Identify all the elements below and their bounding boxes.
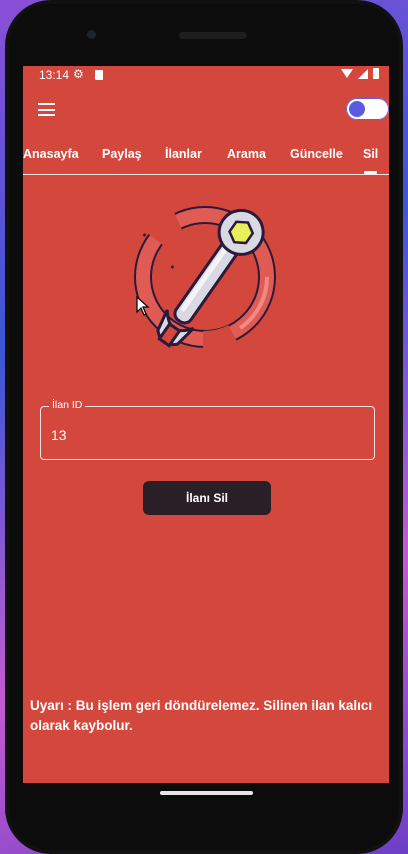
front-camera — [87, 30, 96, 39]
tab-anasayfa[interactable]: Anasayfa — [23, 147, 79, 161]
warning-text: Uyarı : Bu işlem geri döndürelemez. Sili… — [30, 698, 373, 733]
tab-arama[interactable]: Arama — [227, 147, 266, 161]
app-screen: 13:14 ⚙ Anasayfa Paylaş İlanlar Arama Gü… — [23, 66, 389, 783]
tab-sil[interactable]: Sil — [363, 147, 378, 161]
battery-icon — [373, 68, 379, 79]
mouse-cursor-icon — [136, 296, 150, 316]
wrench-illustration-icon — [134, 206, 276, 351]
tab-ilanlar[interactable]: İlanlar — [165, 147, 202, 161]
ilan-id-input[interactable] — [51, 427, 351, 443]
hamburger-menu-icon[interactable] — [38, 103, 55, 116]
theme-toggle[interactable] — [346, 98, 389, 120]
tab-guncelle[interactable]: Güncelle — [290, 147, 343, 161]
status-icons — [341, 68, 379, 79]
settings-gear-icon: ⚙ — [73, 67, 84, 81]
ilan-id-field[interactable]: İlan ID — [40, 399, 375, 460]
status-bar: 13:14 ⚙ — [23, 66, 389, 84]
status-time: 13:14 — [39, 68, 70, 82]
sd-card-icon — [95, 70, 103, 80]
delete-listing-button[interactable]: İlanı Sil — [143, 481, 271, 515]
tab-paylas[interactable]: Paylaş — [102, 147, 142, 161]
earpiece — [179, 32, 247, 39]
tab-bar: Anasayfa Paylaş İlanlar Arama Güncelle S… — [23, 144, 389, 174]
ilan-id-label: İlan ID — [49, 399, 86, 411]
wifi-icon — [341, 69, 353, 78]
tabs-divider — [23, 174, 389, 175]
gesture-nav-bar[interactable] — [160, 791, 253, 795]
toggle-knob — [349, 101, 365, 117]
signal-icon — [358, 68, 368, 79]
